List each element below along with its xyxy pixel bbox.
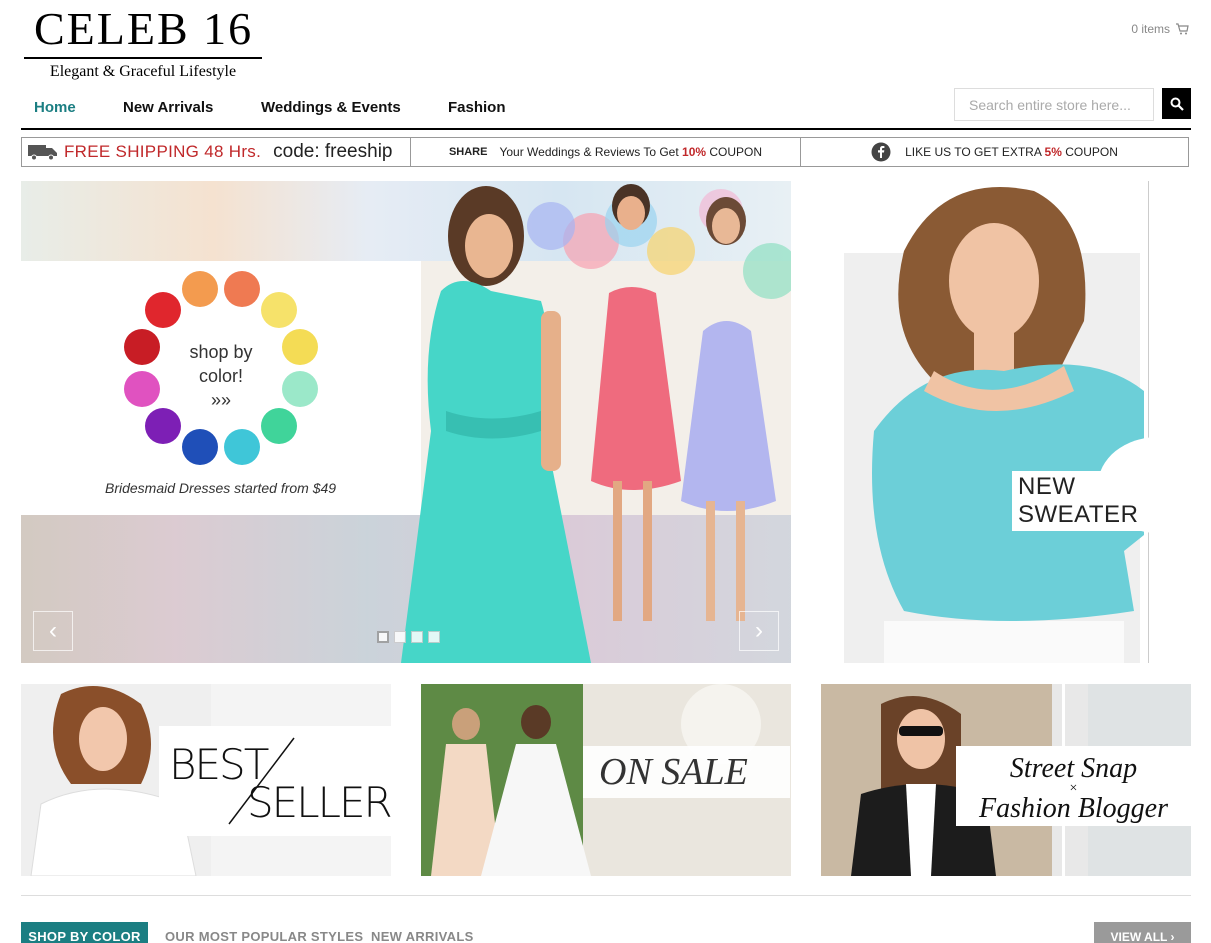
share-label: SHARE [448, 146, 488, 158]
nav-fashion[interactable]: Fashion [448, 99, 506, 116]
on-sale-label: ON SALE [583, 746, 790, 798]
color-swatch[interactable] [145, 292, 182, 329]
bridesmaids-image [401, 184, 791, 663]
side-banner-rule [1148, 181, 1149, 663]
new-sweater-banner[interactable]: NEW SWEATER [806, 181, 1191, 663]
cart-icon [1176, 23, 1189, 35]
best-sellers-label: BEST SELLERS [159, 726, 391, 836]
shop-by-color-panel[interactable]: shop by color! »» Bridesmaid Dresses sta… [21, 261, 421, 515]
search-input[interactable]: Search entire store here... [954, 88, 1154, 121]
promo-bar: FREE SHIPPING 48 Hrs. code: freeship SHA… [21, 137, 1189, 167]
chevron-right-icon: › [1170, 930, 1175, 943]
color-swatch[interactable] [145, 407, 182, 444]
truck-icon [28, 145, 57, 161]
carousel-dot[interactable] [394, 631, 406, 643]
carousel-prev-button[interactable]: ‹ [33, 611, 73, 651]
color-swatch[interactable] [260, 292, 297, 329]
logo-title: CELEB 16 [34, 3, 254, 54]
new-sweater-label: NEW SWEATER [1012, 471, 1191, 531]
facebook-like-promo[interactable]: LIKE US TO GET EXTRA 5% COUPON [801, 138, 1188, 166]
color-swatch[interactable] [123, 371, 160, 408]
color-swatch[interactable] [282, 371, 319, 408]
best-sellers-tile[interactable]: BEST SELLERS [21, 684, 391, 876]
carousel-pager [377, 631, 440, 643]
shop-by-color-text: shop by color! »» [189, 342, 253, 410]
logo[interactable]: CELEB 16 Elegant & Graceful Lifestyle [24, 6, 262, 81]
street-snap-label: Street Snap × Fashion Blogger [956, 746, 1191, 826]
color-swatch[interactable] [181, 270, 218, 307]
tab-shop-by-color[interactable]: SHOP BY COLOR [21, 922, 148, 943]
on-sale-tile[interactable]: ON SALE [421, 684, 791, 876]
view-all-button[interactable]: VIEW ALL › [1094, 922, 1191, 943]
slash-divider [228, 737, 295, 825]
nav-home[interactable]: Home [34, 99, 76, 116]
tab-most-popular-styles[interactable]: OUR MOST POPULAR STYLES [165, 922, 363, 943]
hero-caption: Bridesmaid Dresses started from $49 [105, 480, 337, 496]
logo-tagline: Elegant & Graceful Lifestyle [49, 63, 237, 80]
nav-new-arrivals[interactable]: New Arrivals [123, 99, 213, 116]
free-shipping-promo[interactable]: FREE SHIPPING 48 Hrs. code: freeship [22, 138, 411, 166]
cart-count: 0 items [1131, 22, 1170, 36]
section-divider [21, 895, 1191, 896]
carousel-dot[interactable] [428, 631, 440, 643]
hero-carousel[interactable]: shop by color! »» Bridesmaid Dresses sta… [21, 181, 791, 663]
logo-rule [24, 57, 262, 59]
main-nav: Home New Arrivals Weddings & Events Fash… [21, 88, 1191, 130]
carousel-dot[interactable] [377, 631, 389, 643]
search-button[interactable] [1162, 88, 1191, 119]
search-icon [1170, 97, 1184, 111]
color-swatch[interactable] [224, 429, 261, 466]
color-swatch[interactable] [282, 328, 319, 365]
color-swatch[interactable] [181, 429, 218, 466]
color-swatch[interactable] [123, 328, 160, 365]
facebook-icon [871, 142, 891, 162]
share-text: Your Weddings & Reviews To Get 10% COUPO… [499, 145, 763, 159]
color-swatch[interactable] [260, 407, 297, 444]
carousel-dot[interactable] [411, 631, 423, 643]
nav-weddings-events[interactable]: Weddings & Events [261, 99, 401, 116]
color-swatch[interactable] [224, 270, 261, 307]
street-snap-tile[interactable]: Street Snap × Fashion Blogger [821, 684, 1191, 876]
tab-new-arrivals[interactable]: NEW ARRIVALS [371, 922, 474, 943]
carousel-next-button[interactable]: › [739, 611, 779, 651]
shipping-text: FREE SHIPPING 48 Hrs. [64, 142, 262, 161]
share-promo[interactable]: SHARE Your Weddings & Reviews To Get 10%… [411, 138, 801, 166]
sweater-model-image [872, 187, 1144, 663]
like-text: LIKE US TO GET EXTRA 5% COUPON [905, 145, 1118, 159]
shipping-code: code: freeship [273, 141, 393, 162]
cart-link[interactable]: 0 items [1131, 22, 1189, 36]
